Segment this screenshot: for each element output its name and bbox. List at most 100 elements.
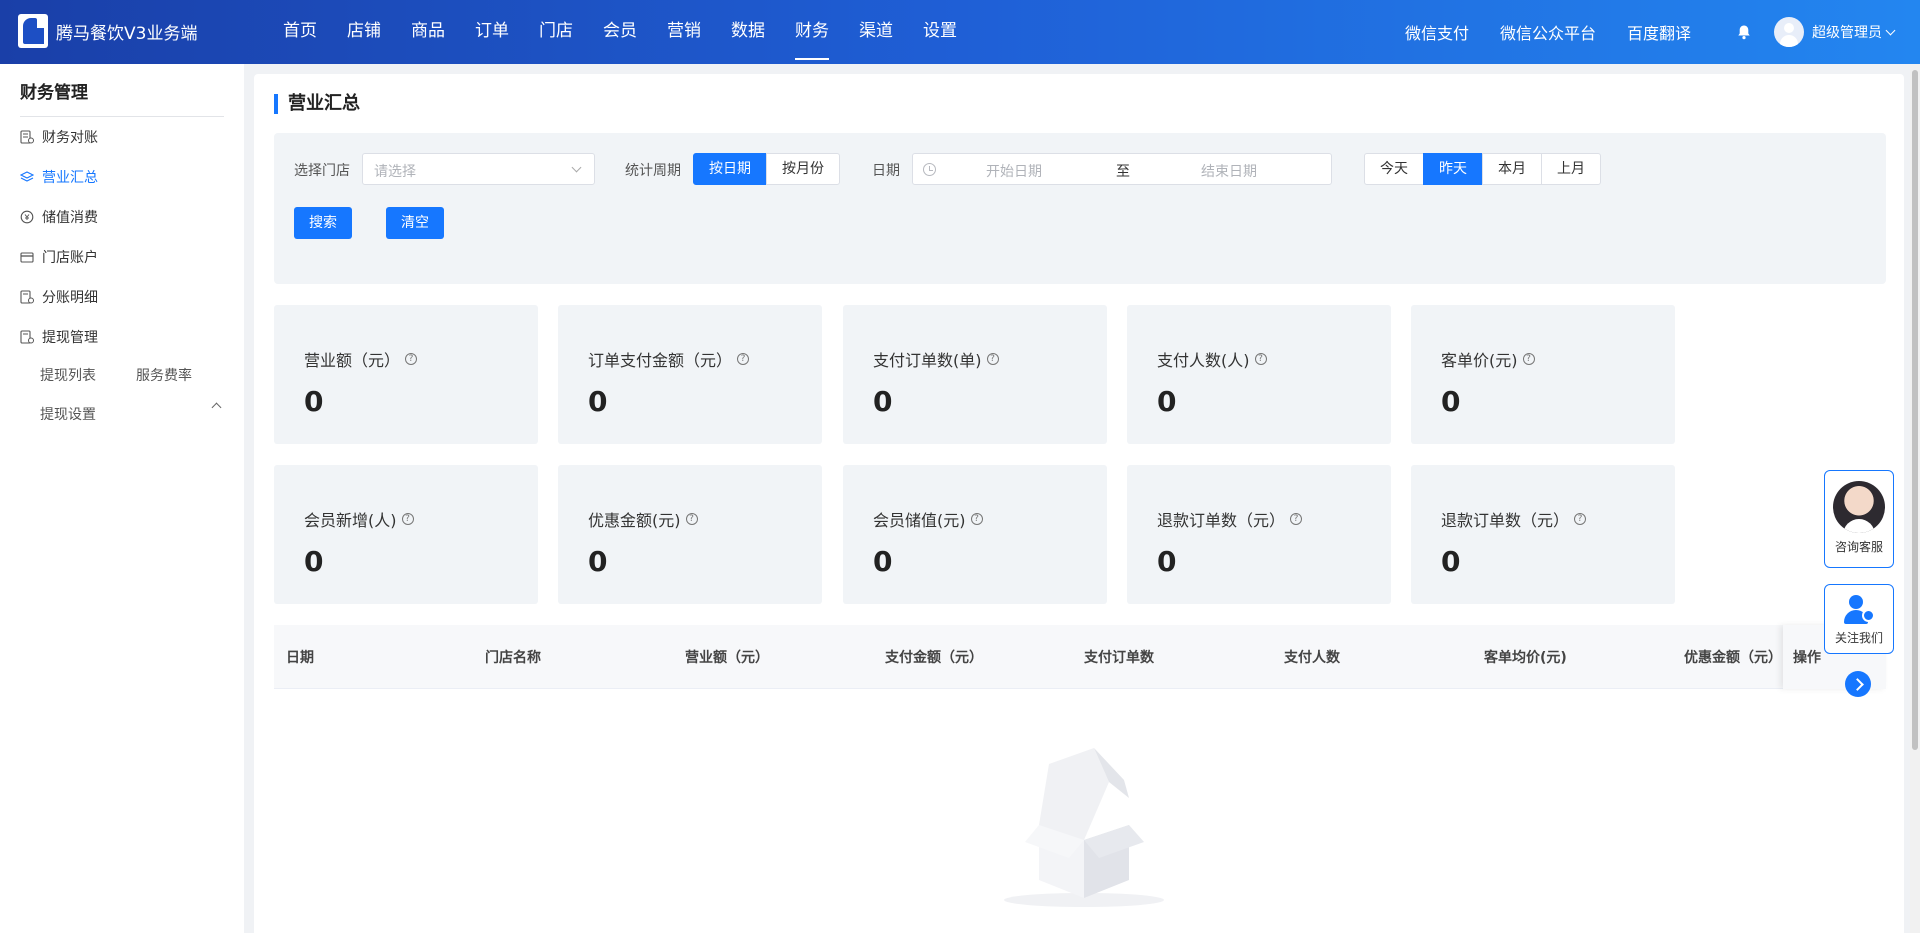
- scroll-thumb[interactable]: [1912, 70, 1918, 750]
- sidebar-item-withdraw-management[interactable]: 提现管理: [20, 326, 98, 348]
- col-paying-users[interactable]: 支付人数: [1284, 647, 1340, 667]
- period-label: 统计周期: [625, 163, 681, 179]
- col-store-name[interactable]: 门店名称: [485, 647, 541, 667]
- end-date-input[interactable]: 结束日期: [1201, 161, 1257, 181]
- stat-card-member-stored: 会员储值(元)? 0: [843, 465, 1107, 604]
- scrollbar[interactable]: [1910, 64, 1920, 933]
- withdraw-icon: [20, 330, 34, 344]
- stat-label: 优惠金额(元)?: [588, 507, 698, 531]
- nav-channels[interactable]: 渠道: [859, 0, 893, 64]
- help-icon[interactable]: ?: [1254, 353, 1267, 365]
- stat-label-text: 订单支付金额（元）: [588, 351, 733, 370]
- chevron-up-icon[interactable]: [211, 402, 222, 413]
- sidebar-item-label: 分账明细: [42, 290, 98, 306]
- header-right: 微信支付 微信公众平台 百度翻译 超级管理员: [1405, 0, 1920, 64]
- help-icon[interactable]: ?: [986, 353, 999, 365]
- follow-us-widget[interactable]: 关注我们: [1824, 584, 1894, 654]
- col-revenue[interactable]: 营业额（元）: [685, 647, 769, 667]
- sidebar-subitem-withdraw-settings[interactable]: 提现设置: [40, 404, 96, 424]
- nav-data[interactable]: 数据: [731, 0, 765, 64]
- nav-home[interactable]: 首页: [283, 0, 317, 64]
- help-icon[interactable]: ?: [405, 353, 418, 365]
- chevron-down-icon: [571, 162, 582, 173]
- nav-marketing[interactable]: 营销: [667, 0, 701, 64]
- search-button[interactable]: 搜索: [294, 207, 352, 239]
- col-avg-price[interactable]: 客单均价(元): [1484, 647, 1567, 667]
- stat-value: 0: [1157, 385, 1177, 418]
- start-date-input[interactable]: 开始日期: [986, 161, 1042, 181]
- sidebar-item-store-account[interactable]: 门店账户: [20, 246, 98, 268]
- quick-this-month[interactable]: 本月: [1482, 153, 1542, 185]
- stat-value: 0: [873, 385, 893, 418]
- user-menu[interactable]: 超级管理员: [1774, 17, 1896, 47]
- nav-shop[interactable]: 店铺: [347, 0, 381, 64]
- date-range-picker[interactable]: 开始日期 至 结束日期: [912, 153, 1332, 185]
- stat-label: 支付人数(人)?: [1157, 347, 1267, 371]
- main-nav: 首页 店铺 商品 订单 门店 会员 营销 数据 财务 渠道 设置: [268, 0, 972, 64]
- stat-label: 会员储值(元)?: [873, 507, 983, 531]
- bell-icon[interactable]: [1736, 24, 1752, 40]
- filter-panel: 选择门店 请选择 统计周期 按日期 按月份 日期 开始日期 至 结束日期 今天 …: [274, 133, 1886, 284]
- link-wechat-mp[interactable]: 微信公众平台: [1500, 20, 1596, 44]
- empty-box-icon: [1004, 748, 1164, 907]
- col-payment-amount[interactable]: 支付金额（元）: [885, 647, 983, 667]
- nav-stores[interactable]: 门店: [539, 0, 573, 64]
- help-icon[interactable]: ?: [970, 513, 983, 525]
- sidebar-subitem-service-rate[interactable]: 服务费率: [136, 365, 192, 385]
- col-discount[interactable]: 优惠金额（元）: [1684, 647, 1782, 667]
- stat-card-avg-price: 客单价(元)? 0: [1411, 305, 1675, 444]
- stat-label-text: 会员储值(元): [873, 511, 966, 530]
- split-icon: [20, 290, 34, 304]
- quick-last-month[interactable]: 上月: [1541, 153, 1601, 185]
- user-name: 超级管理员: [1812, 25, 1882, 41]
- help-icon[interactable]: ?: [1290, 513, 1303, 525]
- stat-card-paid-orders: 支付订单数(单)? 0: [843, 305, 1107, 444]
- stat-card-refund-orders-2: 退款订单数（元）? 0: [1411, 465, 1675, 604]
- stat-value: 0: [873, 545, 893, 578]
- store-select[interactable]: 请选择: [362, 153, 595, 185]
- chevron-right-icon[interactable]: [1845, 671, 1871, 697]
- avatar: [1774, 17, 1804, 47]
- follow-label: 关注我们: [1834, 631, 1883, 645]
- help-icon[interactable]: ?: [401, 513, 414, 525]
- col-paid-orders[interactable]: 支付订单数: [1084, 647, 1154, 667]
- col-actions: 操作: [1793, 650, 1821, 666]
- sidebar-item-business-summary[interactable]: 营业汇总: [20, 166, 98, 188]
- sidebar-item-reconciliation[interactable]: 财务对账: [20, 126, 98, 148]
- nav-goods[interactable]: 商品: [411, 0, 445, 64]
- link-baidu-translate[interactable]: 百度翻译: [1627, 20, 1691, 44]
- stat-label: 会员新增(人)?: [304, 507, 414, 531]
- period-by-date[interactable]: 按日期: [693, 153, 767, 185]
- chevron-down-icon: [1885, 25, 1896, 35]
- nav-members[interactable]: 会员: [603, 0, 637, 64]
- brand[interactable]: 腾马餐饮V3业务端: [18, 14, 197, 48]
- link-wechat-pay[interactable]: 微信支付: [1405, 20, 1469, 44]
- coin-icon: [20, 210, 34, 224]
- stat-card-refund-orders: 退款订单数（元）? 0: [1127, 465, 1391, 604]
- help-icon[interactable]: ?: [1522, 353, 1535, 365]
- stat-card-revenue: 营业额（元）? 0: [274, 305, 538, 444]
- quick-yesterday[interactable]: 昨天: [1423, 153, 1483, 185]
- stat-label-text: 退款订单数（元）: [1157, 511, 1286, 530]
- help-icon[interactable]: ?: [737, 353, 750, 365]
- help-icon[interactable]: ?: [1574, 513, 1587, 525]
- stat-label-text: 会员新增(人): [304, 511, 397, 530]
- period-by-month[interactable]: 按月份: [766, 153, 840, 185]
- nav-finance[interactable]: 财务: [795, 0, 829, 64]
- range-separator: 至: [1116, 164, 1130, 180]
- sidebar-item-stored-value[interactable]: 储值消费: [20, 206, 98, 228]
- sidebar-item-split-details[interactable]: 分账明细: [20, 286, 98, 308]
- stat-label-text: 支付订单数(单): [873, 351, 982, 370]
- sidebar-subitem-withdraw-list[interactable]: 提现列表: [40, 365, 96, 385]
- quick-today[interactable]: 今天: [1364, 153, 1424, 185]
- stat-label: 客单价(元)?: [1441, 347, 1535, 371]
- help-icon[interactable]: ?: [685, 513, 698, 525]
- user-heart-icon: [1842, 595, 1876, 627]
- store-label: 选择门店: [294, 163, 350, 179]
- nav-settings[interactable]: 设置: [923, 0, 957, 64]
- consult-service-widget[interactable]: 咨询客服: [1824, 470, 1894, 568]
- clear-button[interactable]: 清空: [386, 207, 444, 239]
- nav-orders[interactable]: 订单: [475, 0, 509, 64]
- col-date[interactable]: 日期: [286, 647, 314, 667]
- page-title: 营业汇总: [274, 94, 360, 114]
